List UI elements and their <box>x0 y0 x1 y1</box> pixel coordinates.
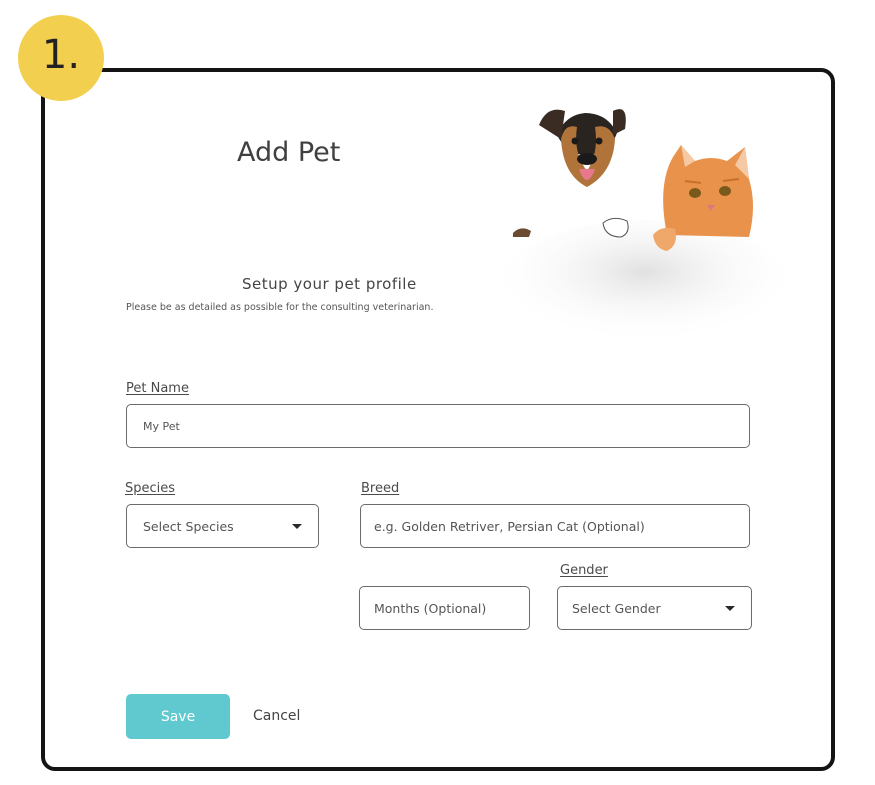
breed-placeholder: e.g. Golden Retriver, Persian Cat (Optio… <box>374 518 645 534</box>
cancel-button[interactable]: Cancel <box>253 708 300 724</box>
gender-select[interactable]: Select Gender <box>557 586 752 630</box>
cat-image <box>653 145 753 251</box>
pet-name-label: Pet Name <box>126 381 189 396</box>
page-title: Add Pet <box>237 137 341 168</box>
save-button[interactable]: Save <box>126 694 230 739</box>
gender-placeholder: Select Gender <box>572 600 661 616</box>
pets-illustration <box>500 109 785 350</box>
step-number: 1. <box>41 32 81 78</box>
step-number-badge: 1. <box>18 15 104 101</box>
age-months-placeholder: Months (Optional) <box>374 600 487 616</box>
profile-helper-text: Please be as detailed as possible for th… <box>126 302 434 313</box>
breed-label: Breed <box>361 481 400 496</box>
species-label: Species <box>125 481 176 496</box>
pet-name-placeholder: My Pet <box>143 419 180 433</box>
species-placeholder: Select Species <box>143 518 234 534</box>
breed-input[interactable]: e.g. Golden Retriver, Persian Cat (Optio… <box>360 504 750 548</box>
species-select[interactable]: Select Species <box>126 504 319 548</box>
chevron-down-icon <box>292 524 302 529</box>
gender-label: Gender <box>560 563 608 578</box>
pet-name-input[interactable]: My Pet <box>126 404 750 448</box>
dog-image <box>513 109 629 238</box>
profile-subtitle: Setup your pet profile <box>242 275 417 293</box>
chevron-down-icon <box>725 606 735 611</box>
age-months-input[interactable]: Months (Optional) <box>359 586 530 630</box>
